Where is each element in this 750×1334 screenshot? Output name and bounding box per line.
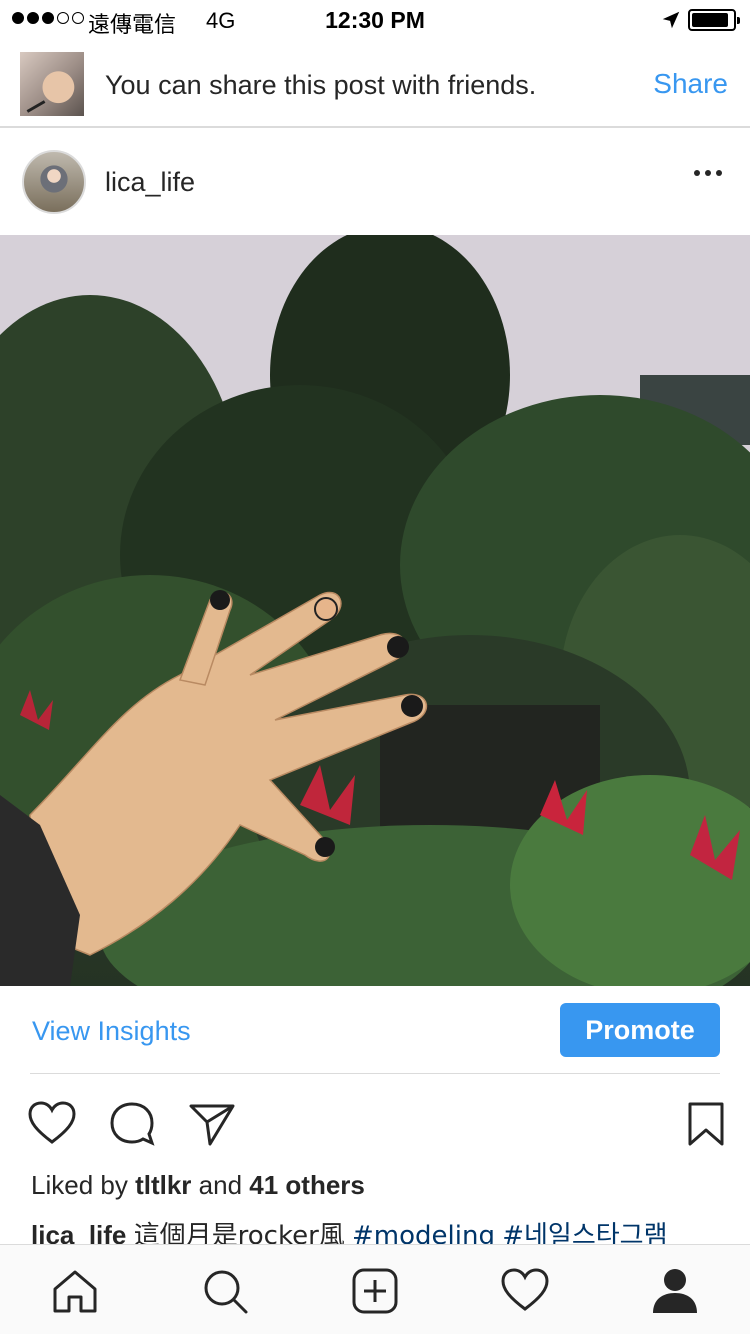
insights-row: View Insights Promote bbox=[0, 986, 750, 1074]
activity-icon[interactable] bbox=[501, 1267, 549, 1315]
share-button[interactable]: Share bbox=[653, 68, 728, 100]
promote-button[interactable]: Promote bbox=[560, 1003, 720, 1057]
add-icon[interactable] bbox=[351, 1267, 399, 1315]
post-header: lica_life bbox=[0, 130, 750, 235]
caption-text: 這個月是rocker風 bbox=[133, 1221, 345, 1245]
post-username[interactable]: lica_life bbox=[105, 167, 195, 198]
search-icon[interactable] bbox=[201, 1267, 249, 1315]
hashtag[interactable]: #네일스타그램 bbox=[502, 1221, 667, 1245]
view-insights-link[interactable]: View Insights bbox=[32, 1016, 191, 1047]
status-bar: 遠傳電信 4G 12:30 PM bbox=[0, 0, 750, 40]
liked-by-user[interactable]: tltlkr bbox=[135, 1170, 191, 1200]
action-bar bbox=[0, 1074, 750, 1170]
caption-username[interactable]: lica_life bbox=[31, 1220, 126, 1245]
hashtag[interactable]: #modeling bbox=[352, 1221, 495, 1245]
status-time: 12:30 PM bbox=[325, 7, 425, 33]
location-arrow-icon bbox=[662, 11, 680, 29]
send-icon[interactable] bbox=[188, 1100, 236, 1148]
battery-icon bbox=[688, 9, 740, 31]
share-banner: You can share this post with friends. Sh… bbox=[0, 40, 750, 128]
likes-conjunction: and bbox=[198, 1170, 243, 1200]
bookmark-icon[interactable] bbox=[682, 1100, 730, 1148]
post-caption: lica_life 這個月是rocker風 #modeling #네일스타그램 bbox=[31, 1215, 731, 1245]
tab-bar bbox=[0, 1244, 750, 1334]
post-thumbnail bbox=[20, 52, 84, 116]
heart-icon[interactable] bbox=[28, 1100, 76, 1148]
home-icon[interactable] bbox=[51, 1267, 99, 1315]
more-horizontal-icon[interactable] bbox=[694, 170, 722, 176]
post-photo[interactable] bbox=[0, 235, 750, 986]
avatar[interactable] bbox=[22, 150, 86, 214]
likes-prefix: Liked by bbox=[31, 1170, 128, 1200]
comment-icon[interactable] bbox=[108, 1100, 156, 1148]
likes-summary: Liked by tltlkr and 41 others bbox=[31, 1170, 365, 1201]
profile-icon[interactable] bbox=[651, 1267, 699, 1315]
photo-illustration bbox=[0, 235, 750, 986]
likes-others-link[interactable]: 41 others bbox=[249, 1170, 365, 1200]
share-message: You can share this post with friends. bbox=[105, 70, 537, 100]
